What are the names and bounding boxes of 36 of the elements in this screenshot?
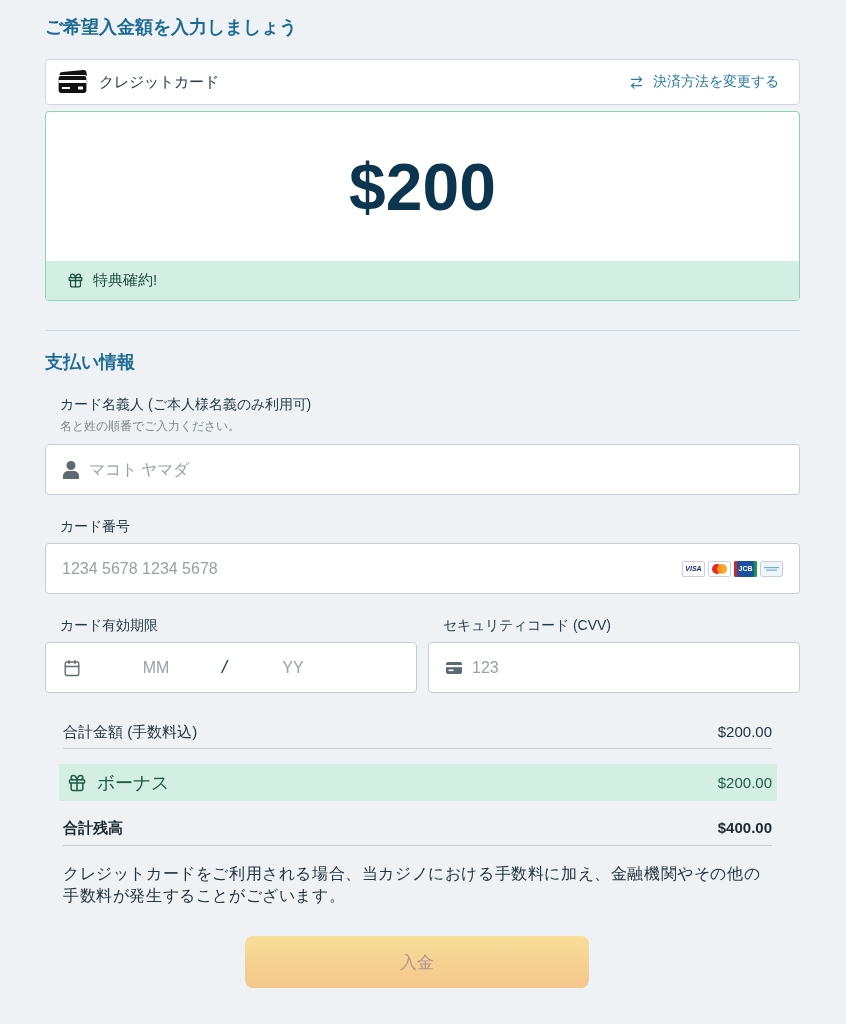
summary-label: ボーナス xyxy=(97,772,169,793)
date-separator: / xyxy=(222,657,227,678)
field-label: カード名義人 (ご本人様名義のみ利用可) xyxy=(60,395,312,414)
payment-method-label: クレジットカード xyxy=(99,72,219,92)
overlapping-circles-logo-icon xyxy=(708,560,731,577)
security-code-input[interactable]: 123 xyxy=(472,658,783,677)
summary-value: $200.00 xyxy=(717,722,772,742)
credit-card-icon xyxy=(57,70,89,94)
card-icon xyxy=(446,661,462,674)
summary-label: 合計残高 xyxy=(63,818,123,838)
section-title: 支払い情報 xyxy=(45,351,136,374)
year-input[interactable]: YY xyxy=(253,658,333,677)
person-icon xyxy=(63,460,79,479)
expiry-date-field[interactable]: MM / YY xyxy=(45,642,417,693)
bonus-banner-text: 特典確約! xyxy=(93,271,158,290)
field-hint: 名と姓の順番でご入力ください。 xyxy=(60,418,240,434)
field-label: カード番号 xyxy=(60,517,130,536)
change-payment-method-link[interactable]: 決済方法を変更する xyxy=(629,73,779,91)
summary-value: $200.00 xyxy=(717,772,772,793)
field-label: セキュリティコード (CVV) xyxy=(443,616,611,635)
name-input[interactable]: マコト ヤマダ xyxy=(89,460,783,479)
month-input[interactable]: MM xyxy=(116,658,196,677)
summary-value: $400.00 xyxy=(717,818,772,838)
field-label: カード有効期限 xyxy=(60,616,158,635)
card-logo-icon xyxy=(760,560,783,577)
cardholder-name-field[interactable]: マコト ヤマダ xyxy=(45,444,800,495)
security-code-field[interactable]: 123 xyxy=(428,642,800,693)
summary-label: 合計金額 (手数料込) xyxy=(63,722,198,742)
gift-icon xyxy=(67,272,84,289)
calendar-icon xyxy=(63,658,81,677)
card-number-input[interactable]: 1234 5678 1234 5678 xyxy=(62,559,672,578)
swap-icon xyxy=(629,74,644,90)
page-title: ご希望入金額を入力しましょう xyxy=(45,16,297,39)
deposit-amount: $200 xyxy=(349,149,496,224)
gift-icon xyxy=(67,772,87,793)
fee-notice: クレジットカードをご利用される場合、当カジノにおける手数料に加え、金融機関やその他の手数料が発生することがございます。 xyxy=(62,864,762,906)
